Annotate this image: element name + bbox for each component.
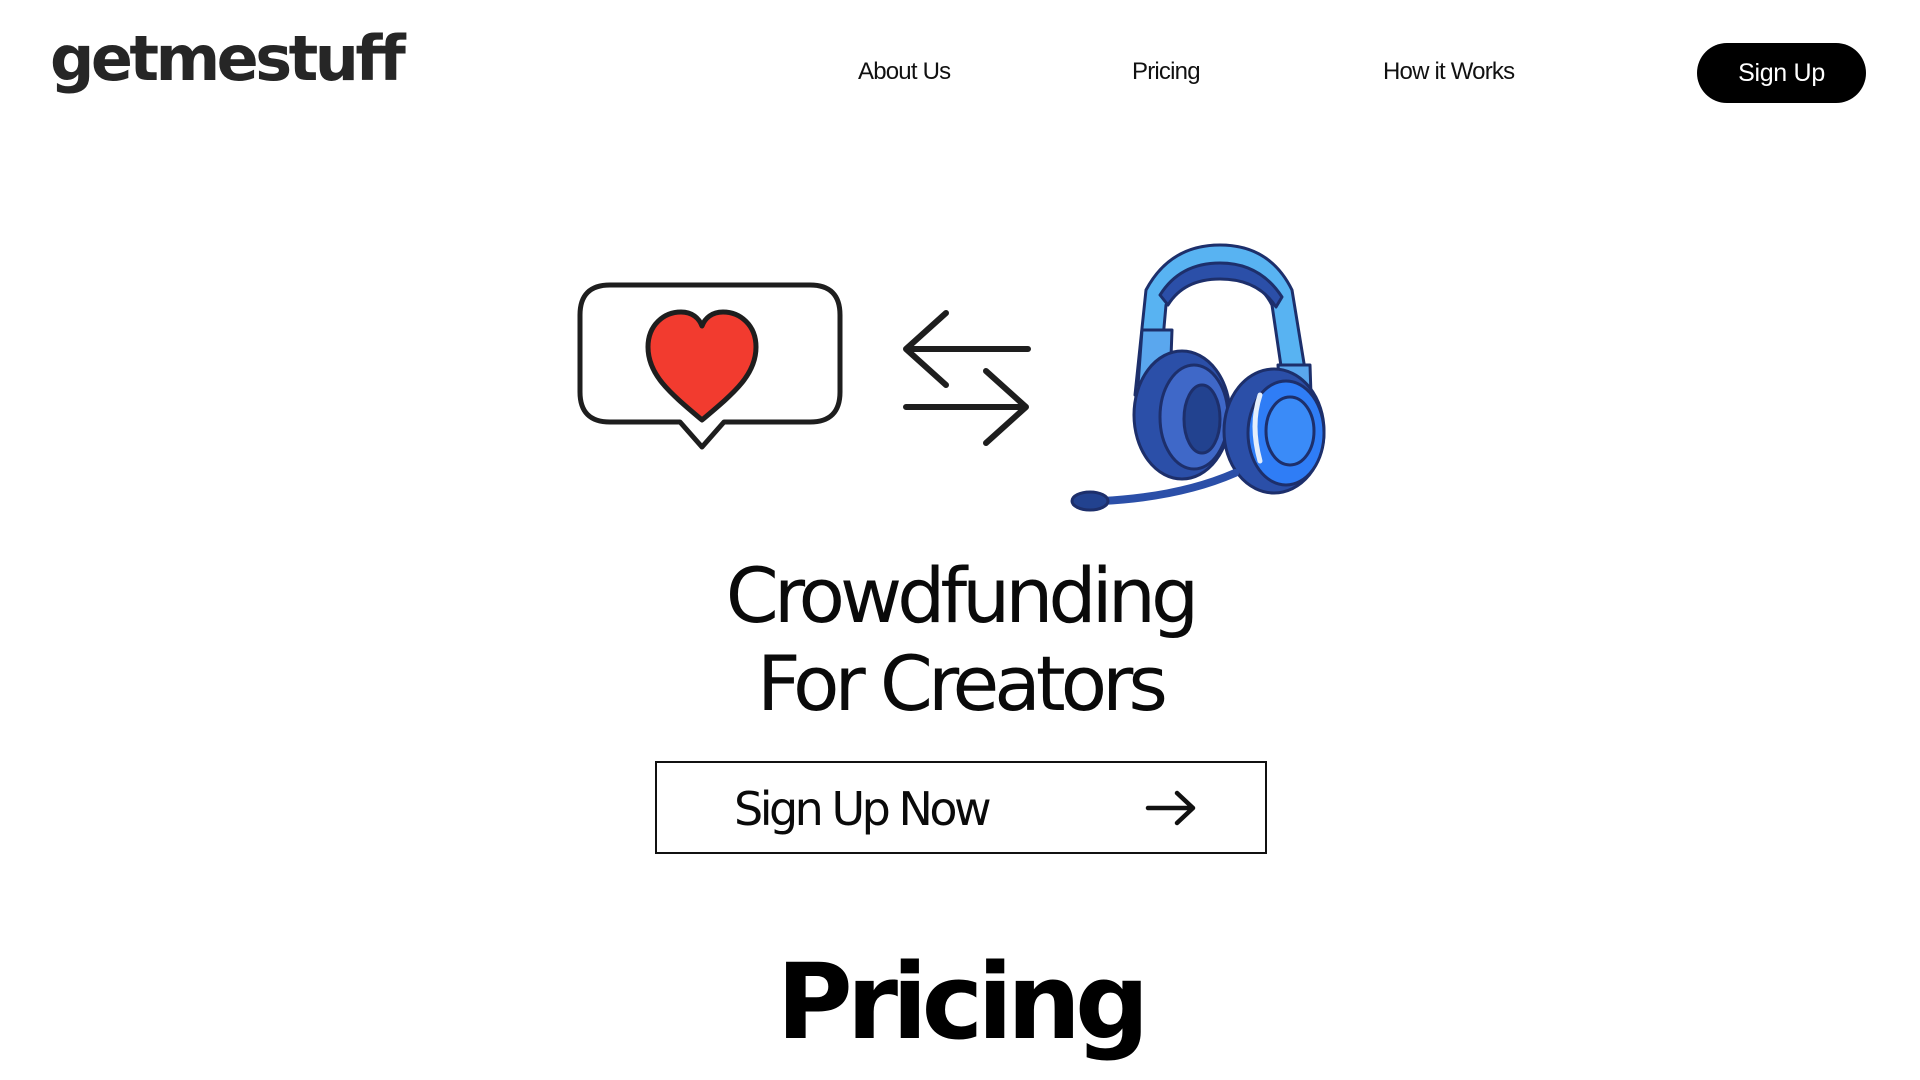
- heart-speech-bubble-icon: [577, 282, 843, 450]
- nav-link-how-it-works[interactable]: How it Works: [1383, 58, 1515, 86]
- nav-link-about-us[interactable]: About Us: [858, 58, 951, 86]
- sign-up-now-label: Sign Up Now: [734, 782, 992, 836]
- sign-up-now-button[interactable]: Sign Up Now: [655, 761, 1267, 854]
- hero-headline-line-2: For Creators: [756, 639, 1168, 728]
- nav-link-pricing[interactable]: Pricing: [1132, 58, 1201, 86]
- logo[interactable]: getmestuff: [50, 28, 406, 90]
- pricing-section-title: Pricing: [776, 941, 1150, 1063]
- hero-headline: Crowdfunding For Creators: [560, 552, 1360, 728]
- arrow-right-icon: [1145, 790, 1196, 826]
- hero-headline-line-1: Crowdfunding: [725, 551, 1199, 640]
- hero-illustration: [577, 243, 1326, 512]
- gaming-headset-icon: [1070, 243, 1326, 512]
- exchange-arrows-icon: [903, 310, 1031, 446]
- sign-up-button[interactable]: Sign Up: [1697, 43, 1866, 103]
- landing-page: getmestuff About Us Pricing How it Works…: [0, 0, 1920, 1080]
